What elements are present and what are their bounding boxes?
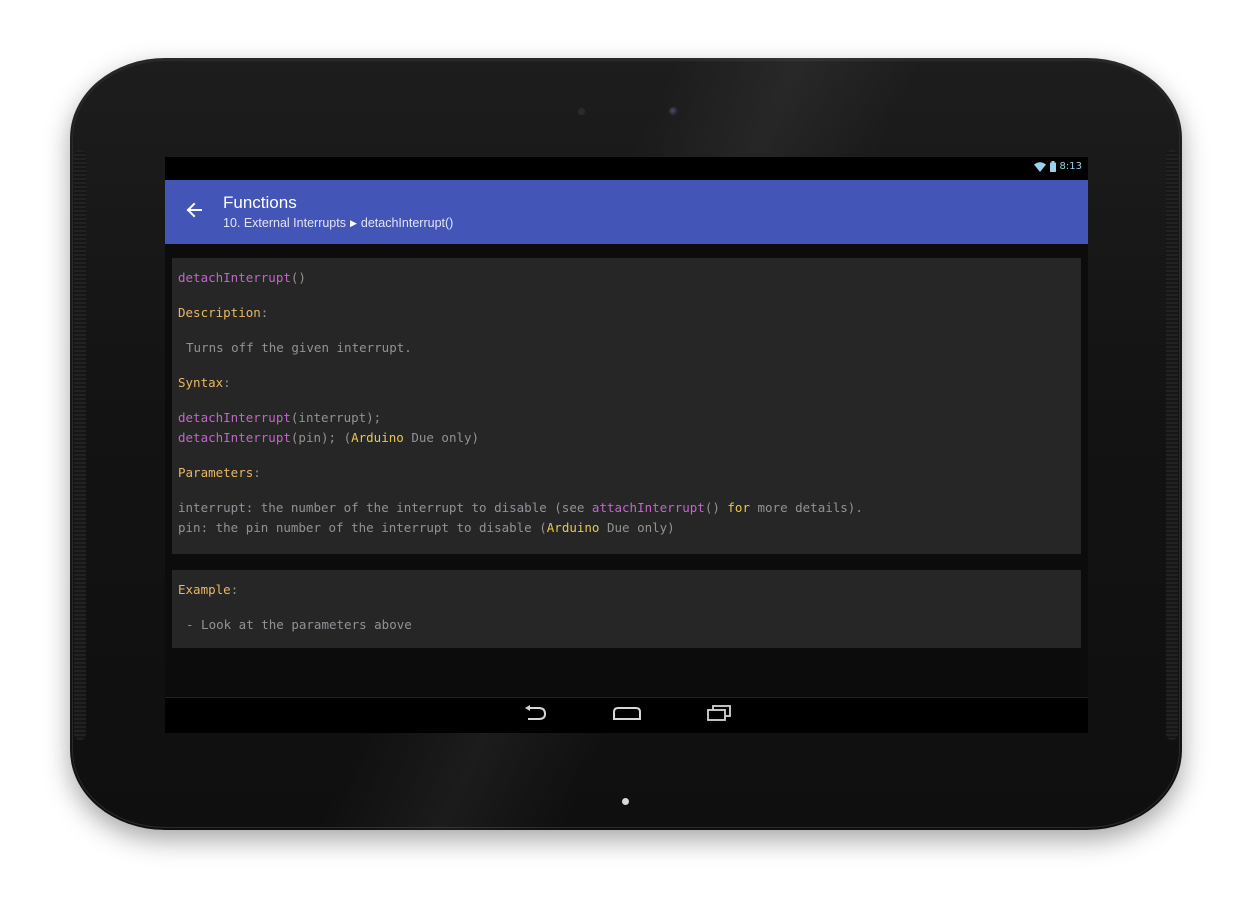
parameter-line-2-tail: Due only) xyxy=(599,520,675,535)
breadcrumb-section: 10. External Interrupts xyxy=(223,216,346,230)
app-bar-titles: Functions 10. External Interrupts ▶ deta… xyxy=(223,192,453,232)
back-button[interactable] xyxy=(165,180,223,244)
breadcrumb: 10. External Interrupts ▶ detachInterrup… xyxy=(223,214,453,232)
right-speaker-grille xyxy=(1166,150,1178,740)
syntax-line-2-args: (pin); ( xyxy=(290,430,352,445)
example-heading: Example: xyxy=(178,580,1075,600)
syntax-line-1-args: (interrupt); xyxy=(290,410,382,425)
parameter-line-2: pin: the pin number of the interrupt to … xyxy=(178,518,1075,538)
status-time: 8:13 xyxy=(1059,161,1082,172)
parameter-line-1-text: interrupt: the number of the interrupt t… xyxy=(178,500,592,515)
battery-icon xyxy=(1049,161,1056,172)
parameter-line-1-keyword: for xyxy=(727,500,750,515)
syntax-line-2-fn: detachInterrupt xyxy=(178,430,291,445)
nav-home-button[interactable] xyxy=(610,703,644,729)
status-icons: 8:13 xyxy=(1033,161,1082,172)
syntax-line-2-keyword: Arduino xyxy=(351,430,404,445)
syntax-heading: Syntax: xyxy=(178,373,1075,393)
description-colon: : xyxy=(260,305,269,320)
signature-name: detachInterrupt xyxy=(178,270,291,285)
example-text: - Look at the parameters above xyxy=(186,617,412,632)
status-bar: 8:13 xyxy=(165,157,1088,180)
recents-nav-icon xyxy=(706,705,732,726)
navigation-bar xyxy=(165,697,1088,733)
left-speaker-grille xyxy=(74,150,86,740)
light-sensor xyxy=(578,108,585,115)
wifi-icon xyxy=(1033,161,1046,172)
parameters-heading-text: Parameters xyxy=(178,465,254,480)
back-nav-icon xyxy=(522,705,548,726)
page-title: Functions xyxy=(223,193,297,212)
parameter-line-1-parens: () xyxy=(704,500,728,515)
signature-parens: () xyxy=(290,270,306,285)
parameter-line-1: interrupt: the number of the interrupt t… xyxy=(178,498,1075,518)
parameter-line-1-link[interactable]: attachInterrupt xyxy=(592,500,705,515)
function-signature: detachInterrupt() xyxy=(178,268,1075,288)
parameters-colon: : xyxy=(253,465,261,480)
example-heading-text: Example xyxy=(178,582,231,597)
parameter-line-2-keyword: Arduino xyxy=(546,520,600,535)
device-screen: 8:13 Functions 10. External Interrupts ▶… xyxy=(165,157,1088,733)
example-card: Example: - Look at the parameters above xyxy=(172,570,1081,648)
description-text: Turns off the given interrupt. xyxy=(186,340,412,355)
parameter-line-2-text: pin: the pin number of the interrupt to … xyxy=(178,520,547,535)
description-heading: Description: xyxy=(178,303,1075,323)
breadcrumb-item: detachInterrupt() xyxy=(360,216,454,230)
syntax-line-2: detachInterrupt(pin); (Arduino Due only) xyxy=(178,428,1075,448)
content-area[interactable]: detachInterrupt() Description: Turns off… xyxy=(165,244,1088,698)
nav-recents-button[interactable] xyxy=(702,703,736,729)
parameter-line-1-tail: more details). xyxy=(749,500,863,515)
syntax-line-2-note: Due only) xyxy=(403,430,480,445)
example-colon: : xyxy=(230,582,239,597)
syntax-line-1-fn: detachInterrupt xyxy=(178,410,291,425)
app-bar: Functions 10. External Interrupts ▶ deta… xyxy=(165,180,1088,244)
syntax-line-1: detachInterrupt(interrupt); xyxy=(178,408,1075,428)
breadcrumb-separator: ▶ xyxy=(349,218,357,228)
arrow-left-icon xyxy=(186,202,202,223)
nav-back-button[interactable] xyxy=(518,703,552,729)
home-nav-icon xyxy=(612,706,642,725)
reference-card: detachInterrupt() Description: Turns off… xyxy=(172,258,1081,554)
front-camera xyxy=(669,107,678,116)
description-heading-text: Description xyxy=(178,305,261,320)
notification-led xyxy=(622,798,629,805)
syntax-heading-text: Syntax xyxy=(178,375,224,390)
parameters-heading: Parameters: xyxy=(178,463,1075,483)
syntax-colon: : xyxy=(223,375,231,390)
